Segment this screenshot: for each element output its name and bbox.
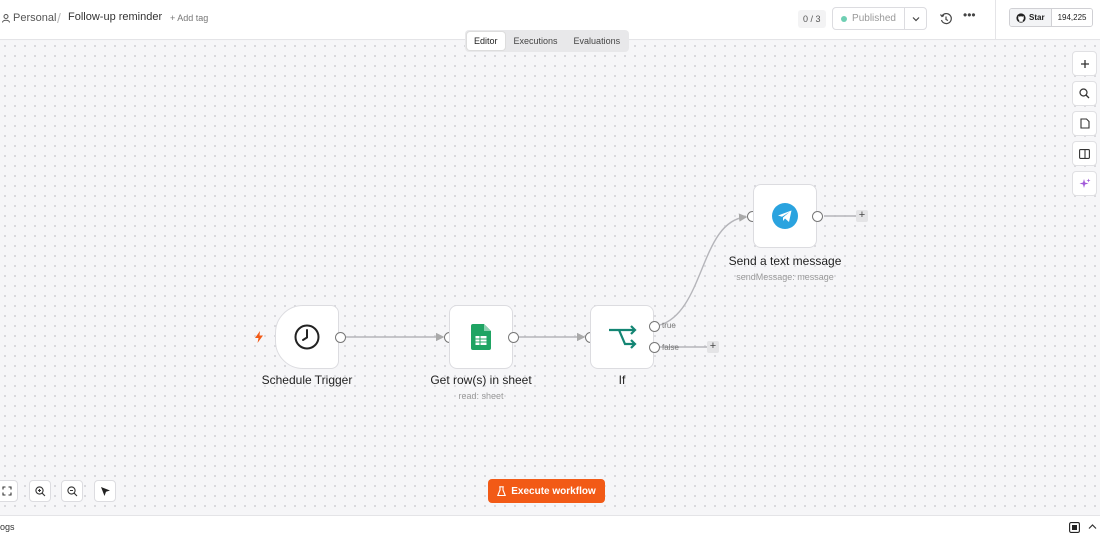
history-icon[interactable]: [939, 12, 953, 26]
publish-button[interactable]: Published: [833, 8, 905, 29]
publish-group: Published: [832, 7, 927, 30]
tab-executions[interactable]: Executions: [507, 32, 565, 50]
fit-view-button[interactable]: [0, 480, 18, 502]
more-options-icon[interactable]: •••: [963, 8, 976, 22]
chevron-up-icon[interactable]: [1088, 523, 1097, 530]
breadcrumb-separator: /: [57, 10, 61, 26]
execute-workflow-label: Execute workflow: [511, 485, 596, 497]
breadcrumb-project[interactable]: Personal: [2, 12, 56, 24]
sticky-note-icon: [1079, 118, 1090, 129]
publish-label: Published: [852, 13, 896, 24]
user-icon: [2, 13, 10, 23]
github-star-label: Star: [1029, 13, 1045, 22]
telegram-icon: [772, 203, 798, 229]
ai-assistant-button[interactable]: [1072, 171, 1097, 196]
sheet-output-handle[interactable]: [508, 332, 519, 343]
select-mode-button[interactable]: [94, 480, 116, 502]
flask-icon: [497, 485, 507, 496]
project-name: Personal: [13, 12, 57, 24]
zoom-in-button[interactable]: [29, 480, 51, 502]
logs-panel-bar[interactable]: ogs: [0, 515, 1100, 540]
get-rows-subtitle: read: sheet: [458, 391, 504, 401]
google-sheets-icon: [471, 324, 491, 350]
sticky-note-button[interactable]: [1072, 111, 1097, 136]
if-false-handle[interactable]: [649, 342, 660, 353]
connections-layer: [346, 213, 856, 348]
node-counter-badge: 0 / 3: [798, 10, 826, 28]
get-rows-label: Get row(s) in sheet: [430, 373, 532, 387]
github-star-widget[interactable]: Star 194,225: [1009, 8, 1094, 27]
github-icon: [1016, 12, 1026, 23]
add-node-false-button[interactable]: +: [707, 341, 719, 353]
add-node-telegram-button[interactable]: +: [856, 210, 868, 222]
header-divider: [995, 0, 996, 40]
github-star-button[interactable]: Star: [1010, 9, 1052, 26]
if-false-label: false: [662, 343, 679, 352]
tab-evaluations[interactable]: Evaluations: [567, 32, 628, 50]
schedule-output-handle[interactable]: [335, 332, 346, 343]
publish-dropdown-button[interactable]: [905, 8, 926, 29]
send-message-subtitle: sendMessage: message: [736, 272, 834, 282]
zoom-in-icon: [34, 485, 45, 496]
get-rows-node[interactable]: [449, 305, 513, 369]
if-true-handle[interactable]: [649, 321, 660, 332]
chevron-down-icon: [912, 16, 919, 21]
if-true-label: true: [662, 321, 676, 330]
zoom-out-button[interactable]: [61, 480, 83, 502]
workflow-name[interactable]: Follow-up reminder: [68, 11, 162, 23]
workflow-canvas[interactable]: Schedule Trigger Get row(s) in sheet rea…: [0, 41, 1100, 515]
logs-label: ogs: [0, 522, 15, 532]
popout-icon[interactable]: [1069, 522, 1080, 533]
plus-icon: [1080, 59, 1089, 68]
if-label: If: [618, 373, 626, 387]
telegram-output-handle[interactable]: [812, 211, 823, 222]
github-star-count: 194,225: [1051, 9, 1093, 26]
fit-view-icon: [2, 486, 12, 496]
execute-workflow-button[interactable]: Execute workflow: [488, 479, 605, 503]
branch-icon: [609, 325, 637, 349]
panel-icon: [1079, 148, 1090, 159]
lightning-icon: [255, 331, 263, 343]
if-node[interactable]: [590, 305, 654, 369]
search-nodes-button[interactable]: [1072, 81, 1097, 106]
sparkle-icon: [1079, 178, 1090, 188]
schedule-trigger-node[interactable]: [275, 305, 339, 369]
toggle-panel-button[interactable]: [1072, 141, 1097, 166]
add-tag-button[interactable]: + Add tag: [170, 13, 208, 23]
search-icon: [1079, 88, 1090, 99]
add-node-button[interactable]: [1072, 51, 1097, 76]
connection-if-true-to-telegram: [659, 213, 748, 326]
clock-icon: [294, 324, 320, 350]
send-message-label: Send a text message: [728, 254, 842, 268]
zoom-out-icon: [66, 485, 77, 496]
published-status-dot: [841, 15, 848, 22]
view-tabs: Editor Executions Evaluations: [465, 30, 629, 52]
send-message-node[interactable]: [753, 184, 817, 248]
schedule-trigger-label: Schedule Trigger: [261, 373, 353, 387]
cursor-icon: [100, 486, 110, 496]
tab-editor[interactable]: Editor: [467, 32, 505, 50]
